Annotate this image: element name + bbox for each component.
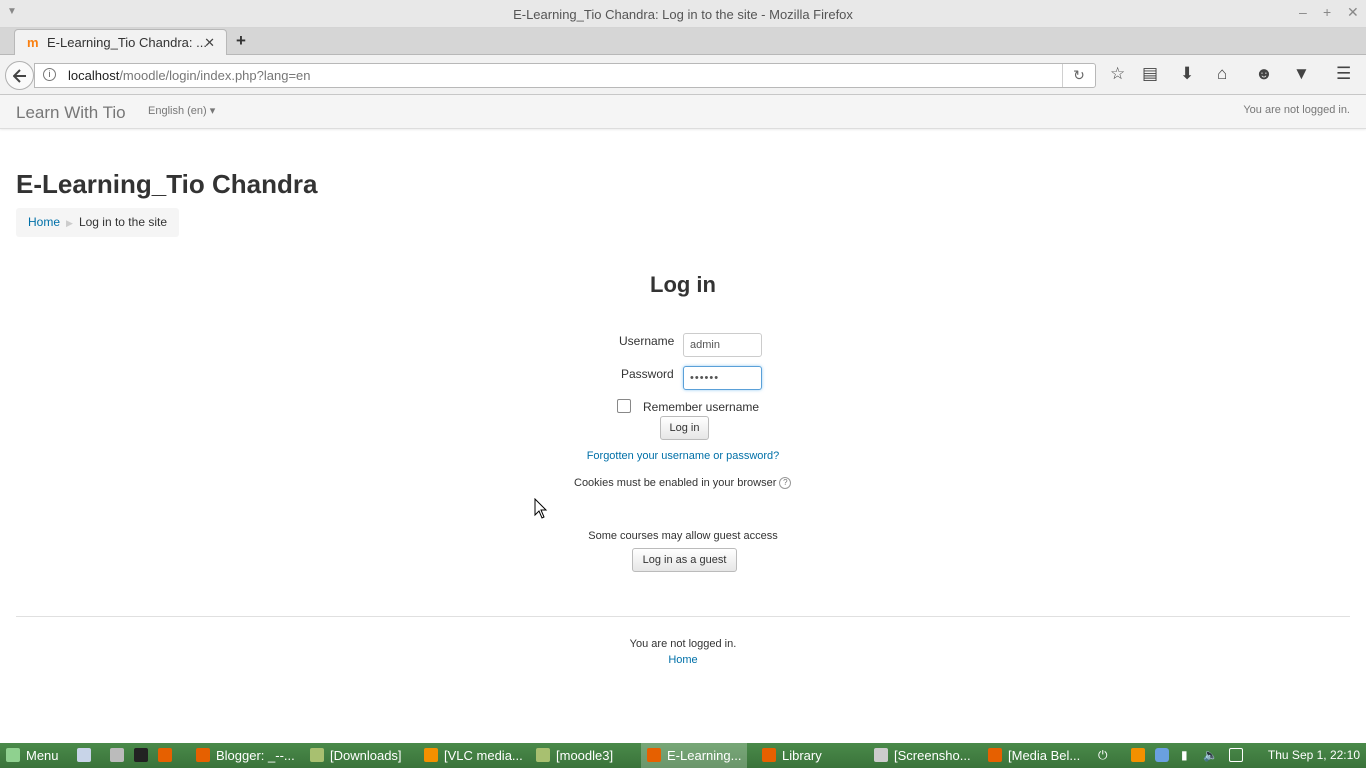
firefox-icon — [647, 748, 661, 762]
site-info-icon[interactable]: i — [43, 68, 56, 81]
folder-icon — [310, 748, 324, 762]
download-icon[interactable]: ⬇ — [1180, 64, 1194, 84]
password-input[interactable]: •••••• — [683, 366, 762, 390]
help-icon[interactable]: ? — [779, 477, 792, 490]
cookies-notice: Cookies must be enabled in your browser? — [574, 477, 792, 490]
hamburger-menu-icon[interactable]: ☰ — [1336, 64, 1351, 84]
show-desktop-icon[interactable] — [77, 743, 97, 768]
firefox-icon — [762, 748, 776, 762]
battery-icon[interactable] — [1229, 748, 1243, 762]
browser-navbar: i localhost/moodle/login/index.php?lang=… — [0, 55, 1366, 95]
password-label: Password — [621, 367, 674, 381]
breadcrumb-separator-icon: ▶ — [66, 218, 73, 228]
page-title: E-Learning_Tio Chandra — [16, 169, 318, 199]
remember-username-label[interactable]: Remember username — [643, 400, 759, 414]
folder-icon — [536, 748, 550, 762]
login-heading: Log in — [650, 272, 716, 297]
vlc-tray-icon[interactable] — [1131, 748, 1145, 762]
site-brand-link[interactable]: Learn With Tio — [16, 103, 126, 123]
new-tab-button[interactable]: + — [236, 31, 246, 51]
remember-username-checkbox[interactable] — [617, 399, 631, 413]
clock[interactable]: Thu Sep 1, 22:10 — [1268, 743, 1360, 768]
close-window-icon[interactable]: ✕ — [1347, 4, 1359, 21]
reload-icon[interactable]: ↻ — [1062, 64, 1095, 87]
terminal-launcher-icon[interactable] — [134, 743, 154, 768]
vlc-icon — [424, 748, 438, 762]
taskbar-item-downloads[interactable]: [Downloads] — [310, 743, 402, 768]
taskbar-item-blogger[interactable]: Blogger: _--... — [196, 743, 295, 768]
screenshot-icon — [874, 748, 888, 762]
username-input[interactable]: admin — [683, 333, 762, 357]
minimize-icon[interactable]: – — [1299, 4, 1307, 20]
login-info: You are not logged in. — [1243, 104, 1350, 116]
firefox-icon — [988, 748, 1002, 762]
forgot-password-link: Forgotten your username or password? — [0, 450, 1366, 462]
footer-login-info: You are not logged in. — [629, 638, 737, 650]
maximize-icon[interactable]: + — [1323, 4, 1331, 20]
taskbar-item-moodle3[interactable]: [moodle3] — [536, 743, 613, 768]
back-arrow-icon — [12, 69, 26, 83]
mint-logo-icon — [6, 748, 20, 762]
moodle-navbar: Learn With Tio English (en) ▾ You are no… — [0, 95, 1366, 129]
taskbar-item-vlc[interactable]: [VLC media... — [424, 743, 523, 768]
taskbar-item-screenshot[interactable]: [Screensho... — [874, 743, 971, 768]
guest-login-button[interactable]: Log in as a guest — [632, 548, 737, 572]
language-menu[interactable]: English (en) ▾ — [148, 104, 215, 117]
power-icon[interactable]: ⏻ — [1098, 748, 1112, 762]
chat-icon[interactable]: ☻ — [1255, 64, 1273, 84]
footer-home-link: Home — [0, 654, 1366, 666]
reading-list-icon[interactable]: ▤ — [1142, 64, 1158, 84]
url-bar[interactable]: i localhost/moodle/login/index.php?lang=… — [34, 63, 1096, 88]
footer-home-link-text[interactable]: Home — [668, 654, 697, 666]
guest-access-text: Some courses may allow guest access — [588, 530, 778, 542]
mouse-cursor-icon — [534, 498, 548, 519]
back-button[interactable] — [5, 61, 34, 90]
start-menu-button[interactable]: Menu — [6, 743, 59, 768]
url-text[interactable]: localhost/moodle/login/index.php?lang=en — [68, 68, 311, 83]
breadcrumb: Home ▶ Log in to the site — [16, 208, 179, 237]
volume-icon[interactable]: 🔈 — [1203, 748, 1218, 762]
firefox-launcher-icon[interactable] — [158, 743, 178, 768]
files-launcher-icon[interactable] — [110, 743, 130, 768]
shield-icon[interactable] — [1155, 748, 1169, 762]
taskbar: Menu Blogger: _--... [Downloads] [VLC me… — [0, 743, 1366, 768]
taskbar-item-elearning[interactable]: E-Learning... — [641, 743, 748, 768]
tab-strip: m E-Learning_Tio Chandra: ... ✕ + — [0, 28, 1366, 56]
cookies-notice-text: Cookies must be enabled in your browser — [574, 477, 777, 489]
home-icon[interactable]: ⌂ — [1217, 64, 1227, 84]
pocket-icon[interactable]: ▼ — [1293, 64, 1310, 84]
browser-tab[interactable]: m E-Learning_Tio Chandra: ... ✕ — [14, 29, 227, 56]
moodle-favicon-icon: m — [27, 35, 39, 50]
taskbar-item-media[interactable]: [Media Bel... — [988, 743, 1080, 768]
login-button[interactable]: Log in — [660, 416, 709, 440]
username-label: Username — [619, 334, 675, 348]
tab-close-icon[interactable]: ✕ — [204, 35, 215, 51]
star-icon[interactable]: ☆ — [1110, 64, 1125, 84]
taskbar-item-library[interactable]: Library — [762, 743, 822, 768]
firefox-icon — [196, 748, 210, 762]
breadcrumb-current: Log in to the site — [78, 215, 167, 229]
forgot-password-link-text[interactable]: Forgotten your username or password? — [587, 450, 780, 462]
breadcrumb-home-link[interactable]: Home — [28, 215, 60, 229]
network-icon[interactable]: ▮ — [1181, 748, 1195, 762]
tab-title: E-Learning_Tio Chandra: ... — [47, 35, 207, 50]
window-title: E-Learning_Tio Chandra: Log in to the si… — [513, 7, 853, 22]
window-titlebar: ▼ E-Learning_Tio Chandra: Log in to the … — [0, 0, 1366, 28]
footer-divider — [16, 616, 1350, 617]
